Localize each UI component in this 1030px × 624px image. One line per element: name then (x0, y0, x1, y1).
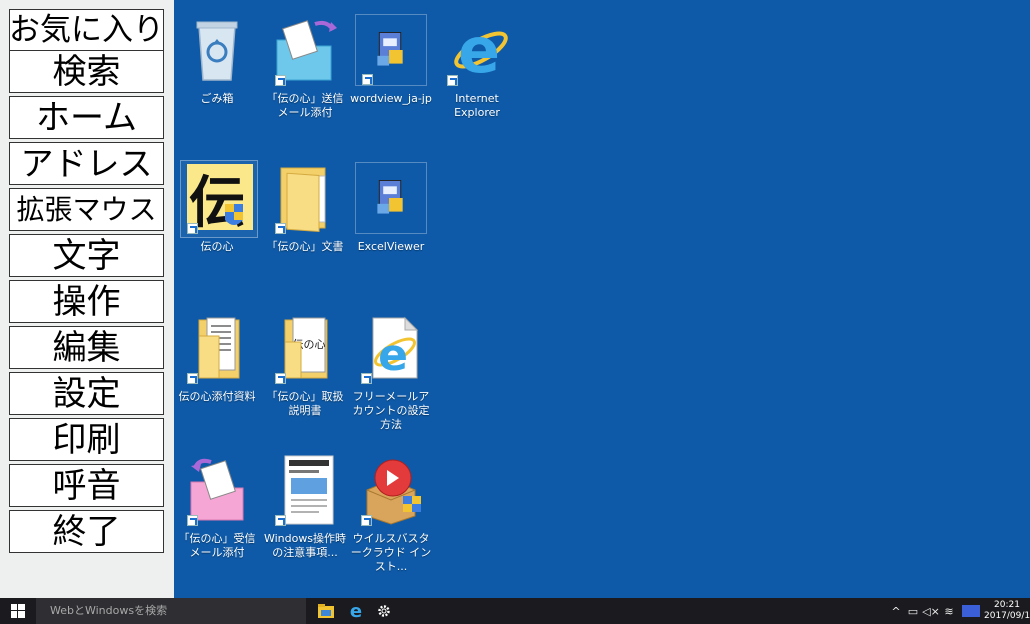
den-no-shin-menu-panel: お気に入り 検索 ホーム アドレス 拡張マウス 文字 操作 編集 設定 印刷 呼… (0, 0, 174, 598)
menu-item-label: お気に入り (9, 11, 164, 48)
menu-item-edit[interactable]: 編集 (9, 326, 164, 369)
desktop-icon-send-attachment-folder[interactable]: 「伝の心」送信メール添付 (262, 14, 348, 120)
windows-logo-icon (11, 604, 25, 618)
icon-label: 「伝の心」文書 (266, 240, 344, 253)
taskbar-file-explorer-button[interactable] (312, 598, 340, 624)
folder-send-icon (269, 14, 341, 86)
desktop-icon-manual[interactable]: 伝の心 「伝の心」取扱説明書 (262, 312, 348, 418)
file-explorer-icon (318, 604, 334, 618)
desktop-icon-recycle-bin[interactable]: ごみ箱 (174, 14, 260, 106)
shortcut-arrow-icon (447, 75, 458, 86)
icon-label: 「伝の心」送信メール添付 (266, 92, 344, 119)
desktop: ごみ箱 「伝の心」送信メール添付 wordview_ja-jp e Intern… (174, 0, 1030, 598)
menu-item-search[interactable]: 検索 (9, 50, 164, 93)
menu-item-label: 操作 (52, 281, 121, 322)
taskbar: WebとWindowsを検索 e ^ ▭ ◁× ≋ 20:21 2017/09/… (0, 598, 1030, 624)
taskbar-internet-explorer-button[interactable]: e (342, 598, 370, 624)
menu-item-characters[interactable]: 文字 (9, 234, 164, 277)
menu-item-print[interactable]: 印刷 (9, 418, 164, 461)
document-thumbnail-icon (269, 454, 341, 526)
icon-label: 伝の心添付資料 (178, 390, 256, 403)
ie-document-icon: e (355, 312, 427, 384)
icon-label: 「伝の心」取扱説明書 (266, 390, 344, 417)
wifi-icon[interactable]: ≋ (940, 605, 958, 618)
clock-date: 2017/09/15 (984, 611, 1030, 621)
desktop-icon-den-no-shin[interactable]: 伝 伝の心 (174, 162, 260, 254)
folder-receive-icon (181, 454, 253, 526)
menu-item-extended-mouse[interactable]: 拡張マウス (9, 188, 164, 231)
icon-label: ExcelViewer (357, 240, 425, 253)
den-no-shin-app-icon: 伝 (181, 162, 253, 236)
desktop-icon-excelviewer[interactable]: ExcelViewer (348, 162, 434, 254)
desktop-icon-receive-attachment-folder[interactable]: 「伝の心」受信メール添付 (174, 454, 260, 560)
desktop-icon-wordview[interactable]: wordview_ja-jp (348, 14, 434, 106)
shortcut-arrow-icon (361, 515, 372, 526)
menu-item-favorites[interactable]: お気に入り (9, 9, 164, 51)
menu-item-label: ホーム (36, 97, 137, 138)
folder-icon (269, 162, 341, 234)
shortcut-arrow-icon (187, 223, 198, 234)
folder-manual-icon: 伝の心 (269, 312, 341, 384)
menu-item-call-sound[interactable]: 呼音 (9, 464, 164, 507)
internet-explorer-icon: e (350, 602, 362, 620)
volume-muted-icon[interactable]: ◁× (922, 605, 940, 618)
desktop-icon-internet-explorer[interactable]: e Internet Explorer (434, 14, 520, 120)
menu-item-label: 呼音 (52, 465, 121, 506)
shortcut-arrow-icon (187, 515, 198, 526)
ime-icon[interactable] (962, 605, 980, 617)
icon-label: Internet Explorer (454, 92, 500, 119)
shortcut-arrow-icon (275, 373, 286, 384)
shortcut-arrow-icon (187, 373, 198, 384)
desktop-icon-free-mail-setup[interactable]: e フリーメールアカウントの設定方法 (348, 312, 434, 432)
desktop-icon-windows-notes[interactable]: Windows操作時の注意事項... (262, 454, 348, 560)
menu-item-home[interactable]: ホーム (9, 96, 164, 139)
installer-icon (355, 14, 427, 86)
svg-text:e: e (378, 330, 408, 381)
chevron-up-icon[interactable]: ^ (888, 605, 904, 618)
menu-item-label: アドレス (20, 144, 153, 183)
clock-time: 20:21 (994, 600, 1020, 610)
menu-item-settings[interactable]: 設定 (9, 372, 164, 415)
system-tray: ^ ▭ ◁× ≋ 20:21 2017/09/15 (888, 598, 1030, 624)
virusbuster-installer-icon (355, 454, 427, 526)
shortcut-arrow-icon (362, 74, 373, 85)
start-button[interactable] (0, 598, 36, 624)
installer-icon (355, 162, 427, 234)
desktop-icon-virusbuster-installer[interactable]: ウイルスバスタークラウド インスト... (348, 454, 434, 574)
desktop-icon-attachments-folder[interactable]: 伝の心添付資料 (174, 312, 260, 404)
taskbar-search-box[interactable]: WebとWindowsを検索 (36, 598, 306, 624)
taskbar-settings-button[interactable] (370, 598, 398, 624)
battery-icon[interactable]: ▭ (904, 605, 922, 618)
menu-item-address[interactable]: アドレス (9, 142, 164, 185)
icon-label: ごみ箱 (200, 92, 234, 105)
shortcut-arrow-icon (275, 75, 286, 86)
icon-label: Windows操作時の注意事項... (263, 532, 347, 559)
desktop-icon-documents-folder[interactable]: 「伝の心」文書 (262, 162, 348, 254)
folder-documents-icon (181, 312, 253, 384)
icon-label: フリーメールアカウントの設定方法 (352, 390, 430, 431)
icon-label: ウイルスバスタークラウド インスト... (350, 532, 432, 573)
taskbar-clock[interactable]: 20:21 2017/09/15 (984, 600, 1030, 622)
icon-label: 伝の心 (200, 240, 234, 253)
menu-item-label: 文字 (52, 235, 121, 276)
menu-item-label: 終了 (52, 511, 121, 552)
menu-item-label: 設定 (52, 373, 121, 414)
shortcut-arrow-icon (275, 515, 286, 526)
internet-explorer-icon: e (441, 14, 513, 87)
menu-item-exit[interactable]: 終了 (9, 510, 164, 553)
menu-item-operation[interactable]: 操作 (9, 280, 164, 323)
icon-label: 「伝の心」受信メール添付 (178, 532, 256, 559)
icon-label: wordview_ja-jp (350, 92, 432, 105)
menu-item-label: 編集 (52, 327, 121, 368)
menu-item-label: 印刷 (52, 419, 121, 460)
menu-item-label: 拡張マウス (16, 192, 157, 226)
gear-icon (378, 605, 390, 617)
recycle-bin-icon (181, 14, 253, 86)
menu-item-label: 検索 (52, 51, 121, 92)
svg-text:e: e (350, 602, 362, 620)
shortcut-arrow-icon (275, 223, 286, 234)
svg-text:e: e (458, 14, 500, 86)
shortcut-arrow-icon (361, 373, 372, 384)
